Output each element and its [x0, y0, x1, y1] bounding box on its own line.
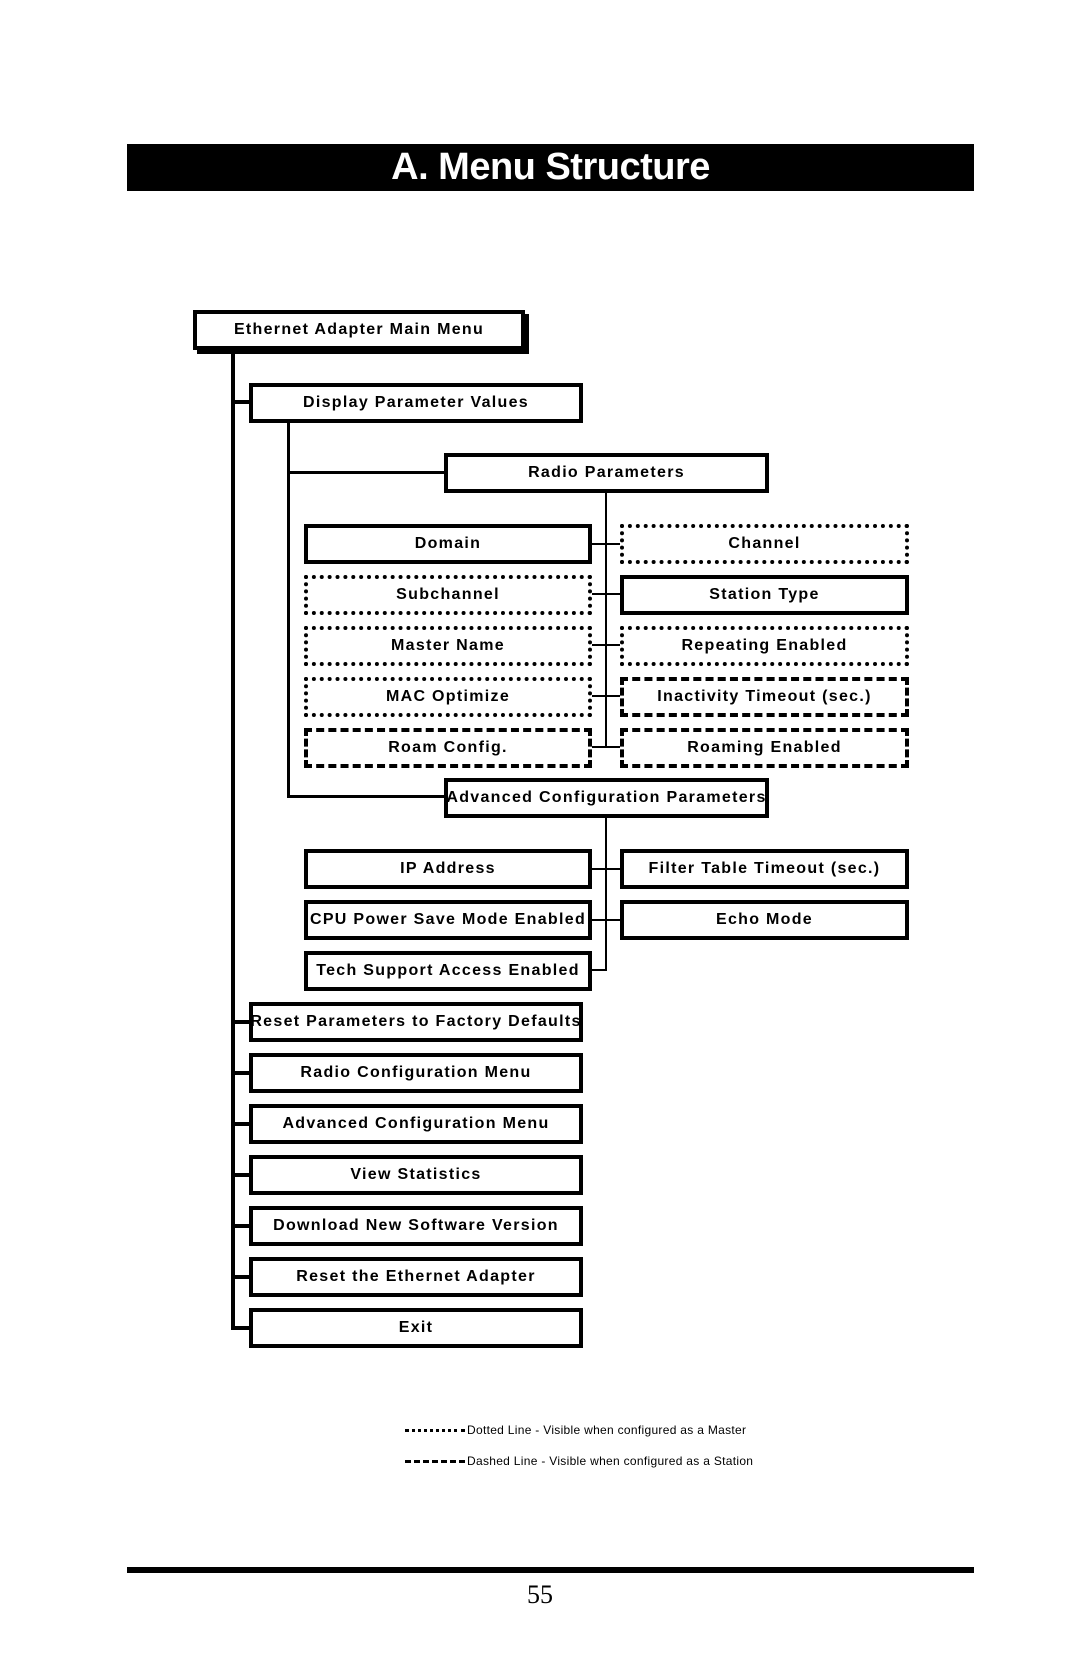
menu-node-domain: Domain — [304, 524, 592, 564]
connector-display-branch — [231, 400, 249, 404]
menu-node-mac-optimize: MAC Optimize — [304, 677, 592, 717]
menu-node-echo-mode: Echo Mode — [620, 900, 909, 940]
legend-label-dashed: Dashed Line - Visible when configured as… — [467, 1454, 754, 1468]
connector-main-branch-3 — [231, 1122, 249, 1126]
legend-item-dotted: Dotted Line - Visible when configured as… — [405, 1423, 746, 1437]
connector-radio-row-1 — [590, 593, 622, 595]
connector-advanced-children-trunk — [605, 816, 607, 970]
menu-node-cpu-power-save-mode-enabled: CPU Power Save Mode Enabled — [304, 900, 592, 940]
connector-main-branch-7 — [231, 1326, 249, 1330]
menu-node-station-type: Station Type — [620, 575, 909, 615]
menu-node-roaming-enabled: Roaming Enabled — [620, 728, 909, 768]
dotted-line-sample-icon — [405, 1428, 465, 1432]
page-number: 55 — [527, 1580, 553, 1609]
menu-node-reset-the-ethernet-adapter: Reset the Ethernet Adapter — [249, 1257, 583, 1297]
menu-node-exit: Exit — [249, 1308, 583, 1348]
legend-label-dotted: Dotted Line - Visible when configured as… — [467, 1423, 747, 1437]
connector-radio-row-3 — [590, 695, 622, 697]
menu-node-master-name: Master Name — [304, 626, 592, 666]
connector-advanced-row-1 — [590, 919, 622, 921]
connector-main-branch-5 — [231, 1224, 249, 1228]
connector-advanced-row-2 — [590, 969, 607, 971]
connector-main-trunk — [231, 350, 235, 1330]
connector-radio-row-2 — [590, 644, 622, 646]
connector-radio-row-0 — [590, 543, 622, 545]
menu-node-radio-configuration-menu: Radio Configuration Menu — [249, 1053, 583, 1093]
page-title: A. Menu Structure — [127, 144, 974, 191]
connector-radio-branch — [287, 471, 445, 474]
connector-radio-children-trunk — [605, 491, 607, 747]
menu-node-radio-parameters: Radio Parameters — [444, 453, 769, 493]
connector-main-branch-6 — [231, 1275, 249, 1279]
menu-node-view-statistics: View Statistics — [249, 1155, 583, 1195]
connector-display-trunk — [287, 420, 290, 798]
menu-node-roam-config: Roam Config. — [304, 728, 592, 768]
connector-advanced-row-0 — [590, 868, 622, 870]
menu-node-advanced-configuration-menu: Advanced Configuration Menu — [249, 1104, 583, 1144]
menu-node-display-parameter-values: Display Parameter Values — [249, 383, 583, 423]
connector-main-branch-2 — [231, 1071, 249, 1075]
menu-node-repeating-enabled: Repeating Enabled — [620, 626, 909, 666]
connector-advanced-branch — [287, 795, 445, 798]
footer-rule — [127, 1567, 974, 1573]
dashed-line-sample-icon — [405, 1459, 465, 1463]
menu-node-filter-table-timeout: Filter Table Timeout (sec.) — [620, 849, 909, 889]
menu-node-advanced-configuration-parameters: Advanced Configuration Parameters — [444, 778, 769, 818]
legend-item-dashed: Dashed Line - Visible when configured as… — [405, 1454, 753, 1468]
menu-node-channel: Channel — [620, 524, 909, 564]
menu-node-ethernet-adapter-main-menu: Ethernet Adapter Main Menu — [193, 310, 525, 350]
connector-radio-row-4 — [590, 746, 622, 748]
menu-node-ip-address: IP Address — [304, 849, 592, 889]
menu-node-inactivity-timeout: Inactivity Timeout (sec.) — [620, 677, 909, 717]
menu-node-download-new-software-version: Download New Software Version — [249, 1206, 583, 1246]
menu-node-subchannel: Subchannel — [304, 575, 592, 615]
connector-main-branch-4 — [231, 1173, 249, 1177]
connector-main-branch-1 — [231, 1020, 249, 1024]
menu-node-reset-parameters-to-factory-defaults: Reset Parameters to Factory Defaults — [249, 1002, 583, 1042]
menu-node-tech-support-access-enabled: Tech Support Access Enabled — [304, 951, 592, 991]
